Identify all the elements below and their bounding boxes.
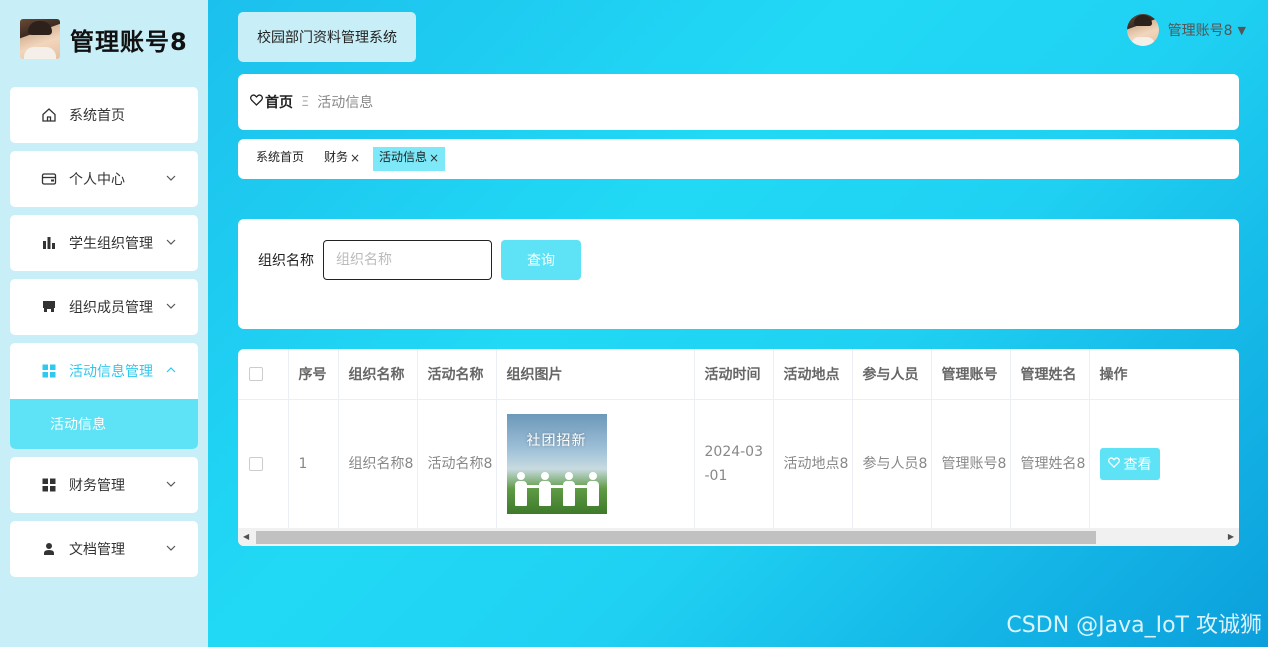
search-panel: 组织名称 查询 [238,219,1239,329]
image-decoration [520,485,593,489]
breadcrumb-home[interactable]: 首页 [265,92,293,112]
horizontal-scrollbar[interactable]: ◀ ▶ [238,528,1239,546]
chevron-down-icon [166,477,176,490]
user-name: 管理账号8 [1167,23,1233,39]
header-checkbox-cell [238,349,289,400]
person-figure [561,472,577,507]
row-checkbox[interactable] [249,457,263,472]
breadcrumb-current: 活动信息 [317,95,374,111]
brand-name: 管理账号8 [70,27,188,56]
cell-actions: 查看 [1089,399,1239,529]
person-figure [537,472,553,507]
sidebar-item-label: 活动信息管理 [69,364,153,380]
home-icon [40,106,58,124]
cell-activity-name: 活动名称8 [417,399,497,529]
sidebar-item-activity-management[interactable]: 活动信息管理 [10,343,198,399]
cell-admin-name: 管理姓名8 [1010,399,1090,529]
grid-icon [40,476,58,494]
grid-icon [40,362,58,380]
sidebar-group-activity: 活动信息管理 活动信息 [10,343,198,449]
cell-participants: 参与人员8 [852,399,932,529]
chevron-down-icon [166,299,176,312]
breadcrumb-separator-icon: Ξ [301,94,310,110]
sidebar-item-label: 组织成员管理 [69,300,153,316]
brand: 管理账号8 [20,18,188,60]
cell-admin-account: 管理账号8 [931,399,1011,529]
column-header: 活动地点 [773,349,853,400]
cell-index: 1 [288,399,339,529]
chevron-down-icon [166,235,176,248]
chevron-up-icon [166,363,176,376]
column-header: 组织名称 [338,349,418,400]
cell-org-image: 社团招新 [496,399,695,529]
column-header: 活动名称 [417,349,497,400]
sidebar-item-student-org[interactable]: 学生组织管理 [10,215,198,271]
column-header: 序号 [288,349,339,400]
system-title: 校园部门资料管理系统 [238,12,416,62]
sidebar-item-personal-center[interactable]: 个人中心 [10,151,198,207]
tag-system-home[interactable]: 系统首页 [250,147,310,171]
row-checkbox-cell [238,399,289,529]
chevron-down-icon [166,541,176,554]
avatar [1126,14,1159,46]
chevron-down-icon [166,171,176,184]
sidebar-item-documents[interactable]: 文档管理 [10,521,198,577]
column-header: 管理账号 [931,349,1011,400]
column-header: 参与人员 [852,349,932,400]
cell-org-name: 组织名称8 [338,399,418,529]
wallet-icon [40,170,58,188]
scroll-left-icon[interactable]: ◀ [243,532,249,541]
tag-label: 系统首页 [256,150,305,164]
breadcrumb: 首页 Ξ 活动信息 [238,74,1239,130]
search-label: 组织名称 [258,253,314,269]
person-figure [585,472,601,507]
column-header: 组织图片 [496,349,695,400]
tag-label: 财务 [324,150,349,164]
cell-location: 活动地点8 [773,399,853,529]
cell-time: 2024-03-01 [694,399,774,529]
data-table: 序号 组织名称 活动名称 组织图片 活动时间 活动地点 参与人员 管理账号 管理… [238,349,1239,546]
sidebar-subitem-activity-info[interactable]: 活动信息 [10,399,198,449]
sidebar: 管理账号8 系统首页 个人中心 学生组织管理 组织成员管理 活动信息管理 活动信… [0,0,208,647]
heart-icon [1107,457,1120,471]
store-icon [40,298,58,316]
tag-activity-info[interactable]: 活动信息 × [373,147,446,171]
sidebar-item-label: 系统首页 [69,108,125,124]
sidebar-item-label: 学生组织管理 [69,236,153,252]
view-button-label: 查看 [1123,457,1152,474]
sidebar-item-label: 财务管理 [69,478,125,494]
search-input[interactable] [323,240,492,280]
sidebar-menu: 系统首页 个人中心 学生组织管理 组织成员管理 活动信息管理 活动信息 财务管理… [10,87,198,585]
tag-label: 活动信息 [379,150,428,164]
table-header-row: 序号 组织名称 活动名称 组织图片 活动时间 活动地点 参与人员 管理账号 管理… [238,349,1239,400]
table-row: 1 组织名称8 活动名称8 社团招新 2024-03-01 活动地点8 参与人员… [238,399,1239,529]
select-all-checkbox[interactable] [249,366,263,381]
scrollbar-thumb[interactable] [256,531,1096,544]
org-image: 社团招新 [506,414,607,515]
sidebar-item-label: 个人中心 [69,172,125,188]
org-image-caption: 社团招新 [526,433,587,450]
sidebar-item-label: 文档管理 [69,542,125,558]
sidebar-item-finance[interactable]: 财务管理 [10,457,198,513]
column-header: 操作 [1089,349,1239,400]
person-figure [513,472,529,507]
tag-finance[interactable]: 财务 × [318,147,366,171]
user-icon [40,540,58,558]
column-header: 活动时间 [694,349,774,400]
column-header: 管理姓名 [1010,349,1090,400]
scroll-right-icon[interactable]: ▶ [1228,532,1234,541]
sidebar-item-home[interactable]: 系统首页 [10,87,198,143]
caret-down-icon: ▼ [1237,23,1246,37]
search-button[interactable]: 查询 [501,240,581,280]
tags-view: 系统首页 财务 × 活动信息 × [238,139,1239,179]
close-icon[interactable]: × [350,151,360,165]
avatar [20,19,60,59]
view-button[interactable]: 查看 [1099,448,1160,481]
watermark: CSDN @Java_IoT 攻诚狮 [1006,613,1262,638]
bar-chart-icon [40,234,58,252]
user-menu[interactable]: 管理账号8 ▼ [1126,14,1246,46]
close-icon[interactable]: × [429,151,439,165]
heart-icon [250,94,263,110]
sidebar-item-org-members[interactable]: 组织成员管理 [10,279,198,335]
